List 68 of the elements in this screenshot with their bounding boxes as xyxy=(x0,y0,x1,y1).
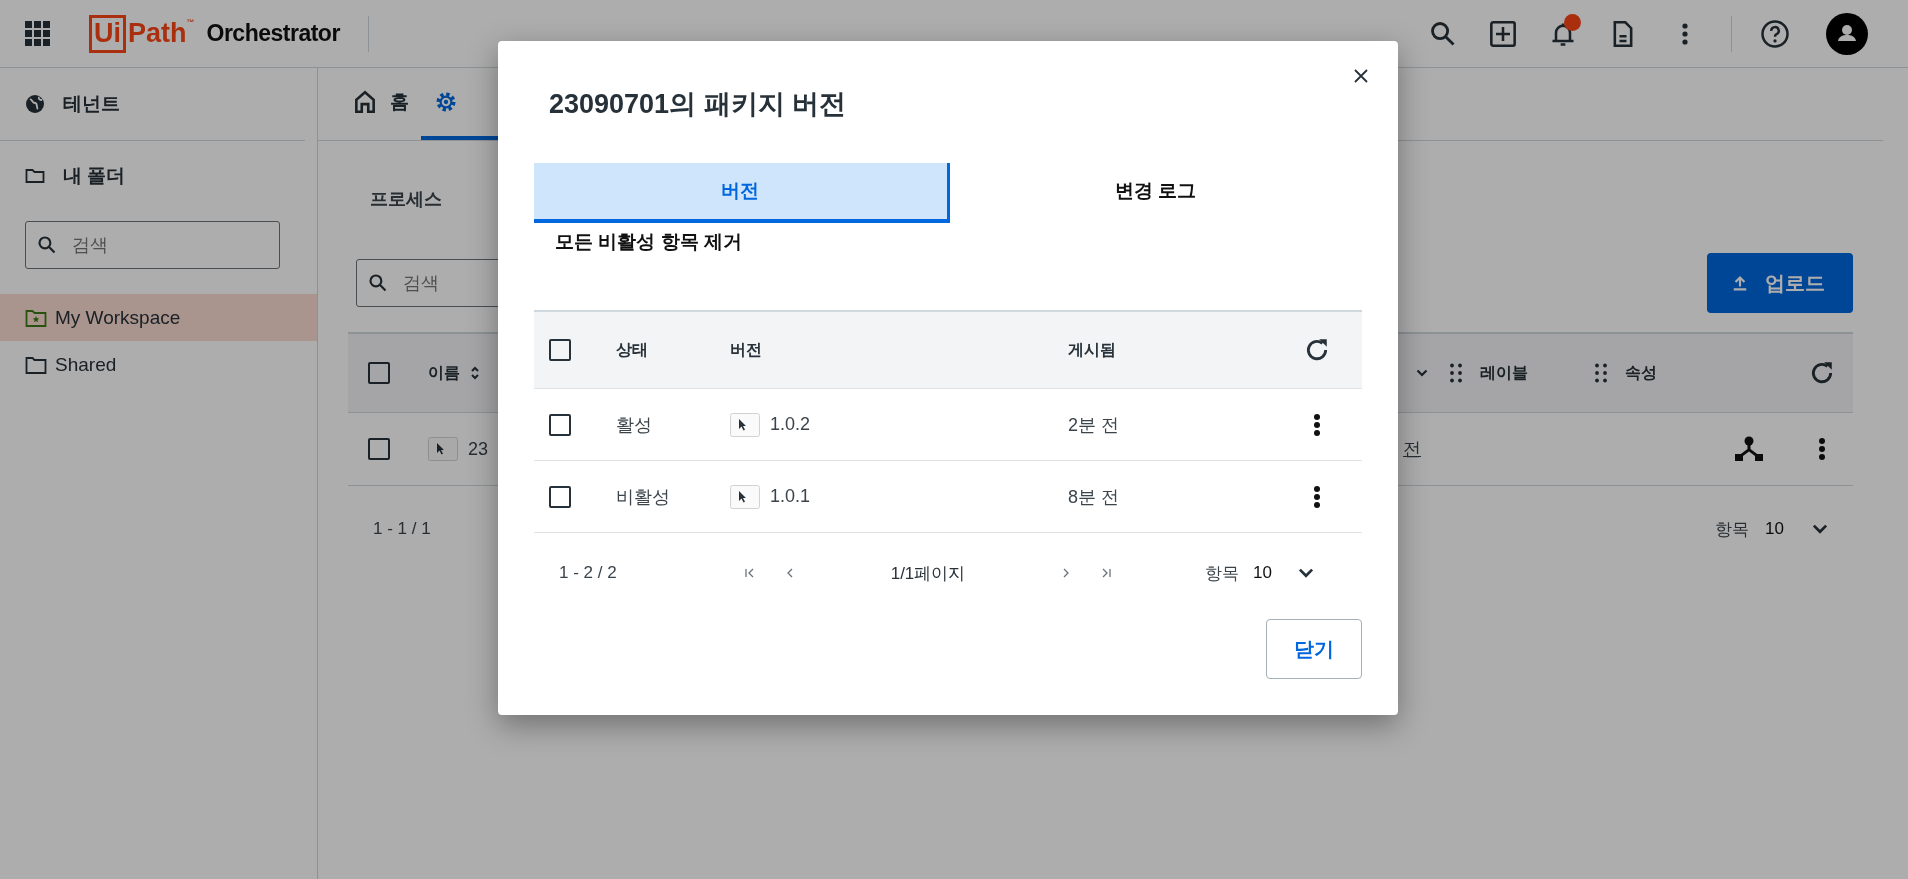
first-page-icon[interactable] xyxy=(744,567,756,579)
tenant-label[interactable]: 테넌트 xyxy=(63,91,120,117)
chevron-down-icon[interactable] xyxy=(1812,524,1828,534)
checkbox[interactable] xyxy=(549,413,571,436)
table-cell-text: 2분 전 xyxy=(1068,413,1119,437)
more-icon[interactable] xyxy=(1817,437,1826,461)
nav-tab[interactable]: 홈 xyxy=(340,68,421,140)
drag-handle-icon[interactable] xyxy=(1450,363,1462,383)
column-header[interactable]: 이름 xyxy=(428,362,460,384)
globe-icon xyxy=(25,94,45,114)
add-icon[interactable] xyxy=(1489,19,1517,48)
folder-icon xyxy=(25,166,45,186)
sort-icon[interactable] xyxy=(470,365,480,381)
table-cell[interactable]: 전 xyxy=(1403,437,1421,461)
drag-handle-icon[interactable] xyxy=(1595,363,1607,383)
column-header: 상태 xyxy=(616,339,648,360)
more-icon[interactable] xyxy=(1681,21,1689,46)
refresh-icon[interactable] xyxy=(1304,337,1330,363)
table-cell-text: 비활성 xyxy=(616,485,670,509)
checkbox[interactable] xyxy=(368,362,390,384)
table-cell-text: 활성 xyxy=(616,413,652,437)
page-indicator: 1/1페이지 xyxy=(889,562,967,585)
home-icon xyxy=(352,89,378,115)
more-icon[interactable] xyxy=(1313,412,1321,437)
page-range: 1 - 1 / 1 xyxy=(373,519,431,539)
column-header[interactable]: 속성 xyxy=(1625,362,1657,384)
checkbox[interactable] xyxy=(549,485,571,508)
cursor-icon xyxy=(730,484,760,509)
folder-item[interactable]: Shared xyxy=(0,341,317,388)
search-icon[interactable] xyxy=(1429,19,1457,48)
checkbox[interactable] xyxy=(368,438,390,460)
page-size-value[interactable]: 10 xyxy=(1765,519,1784,539)
search-icon xyxy=(37,235,57,255)
help-icon[interactable] xyxy=(1760,18,1790,49)
page-range: 1 - 2 / 2 xyxy=(559,563,618,583)
upload-button[interactable]: 업로드 xyxy=(1707,253,1853,313)
chevron-down-icon[interactable] xyxy=(1416,369,1428,377)
cursor-icon xyxy=(730,412,760,437)
table-cell: 1.0.1 xyxy=(770,486,811,507)
items-per-page-label: 항목 xyxy=(1715,518,1750,541)
column-header: 버전 xyxy=(730,339,762,360)
tab[interactable]: 버전 xyxy=(534,163,950,223)
search-icon xyxy=(368,273,388,293)
more-icon[interactable] xyxy=(1313,484,1321,509)
folder-icon xyxy=(25,354,47,375)
close-icon[interactable] xyxy=(1354,69,1368,83)
table-cell-text: 8분 전 xyxy=(1068,485,1119,509)
chevron-down-icon[interactable] xyxy=(1297,568,1314,578)
product-name: Orchestrator xyxy=(206,20,340,47)
last-page-icon[interactable] xyxy=(1100,567,1112,579)
checkbox[interactable] xyxy=(549,339,571,361)
table-cell: 1.0.2 xyxy=(770,414,811,435)
upload-icon xyxy=(1731,274,1749,292)
column-header[interactable]: 레이블 xyxy=(1480,362,1528,384)
folder-item[interactable]: My Workspace xyxy=(0,294,317,341)
close-button[interactable]: 닫기 xyxy=(1266,619,1362,679)
apps-grid-icon[interactable] xyxy=(25,20,51,47)
table-cell: 23 xyxy=(468,438,489,460)
search-field[interactable]: 검색 xyxy=(25,221,280,269)
dialog-title: 23090701의 패키지 버전 xyxy=(548,88,847,121)
my-folder-label[interactable]: 내 폴더 xyxy=(63,163,126,189)
page-size-value[interactable]: 10 xyxy=(1253,563,1272,583)
star-folder-icon xyxy=(25,307,47,328)
items-per-page-label: 항목 xyxy=(1205,562,1239,585)
cursor-icon xyxy=(428,437,458,461)
branch-icon[interactable] xyxy=(1735,436,1763,462)
column-header: 게시됨 xyxy=(1068,339,1116,360)
avatar-icon[interactable] xyxy=(1826,12,1868,55)
